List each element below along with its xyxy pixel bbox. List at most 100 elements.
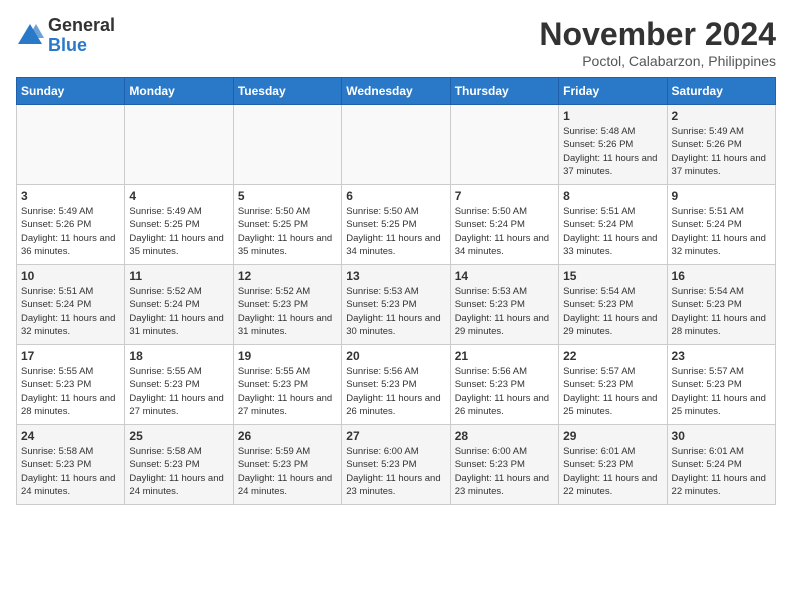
day-number: 16	[672, 269, 771, 283]
day-info: Sunrise: 5:56 AM Sunset: 5:23 PM Dayligh…	[455, 365, 554, 418]
day-number: 27	[346, 429, 445, 443]
day-info: Sunrise: 5:56 AM Sunset: 5:23 PM Dayligh…	[346, 365, 445, 418]
calendar-cell: 12 Sunrise: 5:52 AM Sunset: 5:23 PM Dayli…	[233, 265, 341, 345]
calendar-cell: 19Sunrise: 5:55 AM Sunset: 5:23 PM Dayli…	[233, 345, 341, 425]
weekday-header: Sunday	[17, 78, 125, 105]
day-number: 25	[129, 429, 228, 443]
calendar-cell: 14 Sunrise: 5:53 AM Sunset: 5:23 PM Dayli…	[450, 265, 558, 345]
day-info: Sunrise: 5:50 AM Sunset: 5:25 PM Dayligh…	[238, 205, 337, 258]
day-number: 10	[21, 269, 120, 283]
calendar-cell	[342, 105, 450, 185]
weekday-header: Monday	[125, 78, 233, 105]
day-info: Sunrise: 5:55 AM Sunset: 5:23 PM Dayligh…	[21, 365, 120, 418]
day-info: Sunrise: 5:54 AM Sunset: 5:23 PM Dayligh…	[672, 285, 771, 338]
calendar-cell	[450, 105, 558, 185]
day-number: 28	[455, 429, 554, 443]
day-number: 1	[563, 109, 662, 123]
day-number: 9	[672, 189, 771, 203]
day-number: 22	[563, 349, 662, 363]
logo: General Blue	[16, 16, 115, 56]
calendar-cell: 10 Sunrise: 5:51 AM Sunset: 5:24 PM Dayli…	[17, 265, 125, 345]
day-info: Sunrise: 6:01 AM Sunset: 5:24 PM Dayligh…	[672, 445, 771, 498]
title-block: November 2024 Poctol, Calabarzon, Philip…	[539, 16, 776, 69]
day-info: Sunrise: 5:58 AM Sunset: 5:23 PM Dayligh…	[129, 445, 228, 498]
calendar-cell: 1 Sunrise: 5:48 AM Sunset: 5:26 PM Daylig…	[559, 105, 667, 185]
calendar-cell	[125, 105, 233, 185]
day-info: Sunrise: 5:50 AM Sunset: 5:25 PM Dayligh…	[346, 205, 445, 258]
calendar-cell	[233, 105, 341, 185]
day-number: 5	[238, 189, 337, 203]
calendar-cell: 15 Sunrise: 5:54 AM Sunset: 5:23 PM Dayli…	[559, 265, 667, 345]
day-info: Sunrise: 5:52 AM Sunset: 5:23 PM Dayligh…	[238, 285, 337, 338]
calendar-cell: 11Sunrise: 5:52 AM Sunset: 5:24 PM Dayli…	[125, 265, 233, 345]
weekday-header-row: SundayMondayTuesdayWednesdayThursdayFrid…	[17, 78, 776, 105]
logo-icon	[16, 22, 44, 50]
calendar-cell: 13 Sunrise: 5:53 AM Sunset: 5:23 PM Dayli…	[342, 265, 450, 345]
calendar-week-row: 1 Sunrise: 5:48 AM Sunset: 5:26 PM Daylig…	[17, 105, 776, 185]
day-info: Sunrise: 5:55 AM Sunset: 5:23 PM Dayligh…	[129, 365, 228, 418]
day-number: 20	[346, 349, 445, 363]
calendar-cell: 29Sunrise: 6:01 AM Sunset: 5:23 PM Dayli…	[559, 425, 667, 505]
calendar-cell: 9Sunrise: 5:51 AM Sunset: 5:24 PM Daylig…	[667, 185, 775, 265]
day-number: 3	[21, 189, 120, 203]
calendar-cell: 5 Sunrise: 5:50 AM Sunset: 5:25 PM Daylig…	[233, 185, 341, 265]
calendar-week-row: 24 Sunrise: 5:58 AM Sunset: 5:23 PM Dayli…	[17, 425, 776, 505]
day-info: Sunrise: 5:49 AM Sunset: 5:26 PM Dayligh…	[672, 125, 771, 178]
weekday-header: Tuesday	[233, 78, 341, 105]
day-number: 23	[672, 349, 771, 363]
calendar-week-row: 3 Sunrise: 5:49 AM Sunset: 5:26 PM Daylig…	[17, 185, 776, 265]
calendar-cell: 20 Sunrise: 5:56 AM Sunset: 5:23 PM Dayli…	[342, 345, 450, 425]
day-number: 18	[129, 349, 228, 363]
logo-text: General Blue	[48, 16, 115, 56]
month-title: November 2024	[539, 16, 776, 53]
day-info: Sunrise: 6:00 AM Sunset: 5:23 PM Dayligh…	[346, 445, 445, 498]
day-number: 15	[563, 269, 662, 283]
day-info: Sunrise: 5:54 AM Sunset: 5:23 PM Dayligh…	[563, 285, 662, 338]
day-info: Sunrise: 5:53 AM Sunset: 5:23 PM Dayligh…	[346, 285, 445, 338]
day-info: Sunrise: 5:51 AM Sunset: 5:24 PM Dayligh…	[21, 285, 120, 338]
weekday-header: Friday	[559, 78, 667, 105]
day-number: 11	[129, 269, 228, 283]
day-number: 21	[455, 349, 554, 363]
day-number: 8	[563, 189, 662, 203]
page-header: General Blue November 2024 Poctol, Calab…	[16, 16, 776, 69]
calendar-cell: 6 Sunrise: 5:50 AM Sunset: 5:25 PM Daylig…	[342, 185, 450, 265]
calendar-table: SundayMondayTuesdayWednesdayThursdayFrid…	[16, 77, 776, 505]
calendar-cell: 16 Sunrise: 5:54 AM Sunset: 5:23 PM Dayli…	[667, 265, 775, 345]
location: Poctol, Calabarzon, Philippines	[539, 53, 776, 69]
day-info: Sunrise: 5:58 AM Sunset: 5:23 PM Dayligh…	[21, 445, 120, 498]
day-number: 6	[346, 189, 445, 203]
day-info: Sunrise: 5:51 AM Sunset: 5:24 PM Dayligh…	[563, 205, 662, 258]
weekday-header: Saturday	[667, 78, 775, 105]
day-number: 19	[238, 349, 337, 363]
calendar-cell: 21 Sunrise: 5:56 AM Sunset: 5:23 PM Dayli…	[450, 345, 558, 425]
calendar-cell: 7 Sunrise: 5:50 AM Sunset: 5:24 PM Daylig…	[450, 185, 558, 265]
day-number: 14	[455, 269, 554, 283]
day-info: Sunrise: 5:57 AM Sunset: 5:23 PM Dayligh…	[563, 365, 662, 418]
calendar-cell: 8 Sunrise: 5:51 AM Sunset: 5:24 PM Daylig…	[559, 185, 667, 265]
calendar-cell: 2Sunrise: 5:49 AM Sunset: 5:26 PM Daylig…	[667, 105, 775, 185]
day-number: 13	[346, 269, 445, 283]
day-info: Sunrise: 5:48 AM Sunset: 5:26 PM Dayligh…	[563, 125, 662, 178]
day-number: 4	[129, 189, 228, 203]
calendar-cell: 23Sunrise: 5:57 AM Sunset: 5:23 PM Dayli…	[667, 345, 775, 425]
day-info: Sunrise: 5:49 AM Sunset: 5:26 PM Dayligh…	[21, 205, 120, 258]
day-info: Sunrise: 5:49 AM Sunset: 5:25 PM Dayligh…	[129, 205, 228, 258]
calendar-cell: 25 Sunrise: 5:58 AM Sunset: 5:23 PM Dayli…	[125, 425, 233, 505]
calendar-cell: 26 Sunrise: 5:59 AM Sunset: 5:23 PM Dayli…	[233, 425, 341, 505]
day-info: Sunrise: 5:53 AM Sunset: 5:23 PM Dayligh…	[455, 285, 554, 338]
day-number: 12	[238, 269, 337, 283]
calendar-week-row: 10 Sunrise: 5:51 AM Sunset: 5:24 PM Dayli…	[17, 265, 776, 345]
calendar-cell: 17Sunrise: 5:55 AM Sunset: 5:23 PM Dayli…	[17, 345, 125, 425]
day-number: 26	[238, 429, 337, 443]
day-info: Sunrise: 5:59 AM Sunset: 5:23 PM Dayligh…	[238, 445, 337, 498]
day-number: 7	[455, 189, 554, 203]
day-number: 30	[672, 429, 771, 443]
calendar-cell	[17, 105, 125, 185]
weekday-header: Thursday	[450, 78, 558, 105]
calendar-week-row: 17Sunrise: 5:55 AM Sunset: 5:23 PM Dayli…	[17, 345, 776, 425]
logo-blue: Blue	[48, 35, 87, 55]
day-info: Sunrise: 5:50 AM Sunset: 5:24 PM Dayligh…	[455, 205, 554, 258]
day-number: 24	[21, 429, 120, 443]
calendar-cell: 18 Sunrise: 5:55 AM Sunset: 5:23 PM Dayli…	[125, 345, 233, 425]
